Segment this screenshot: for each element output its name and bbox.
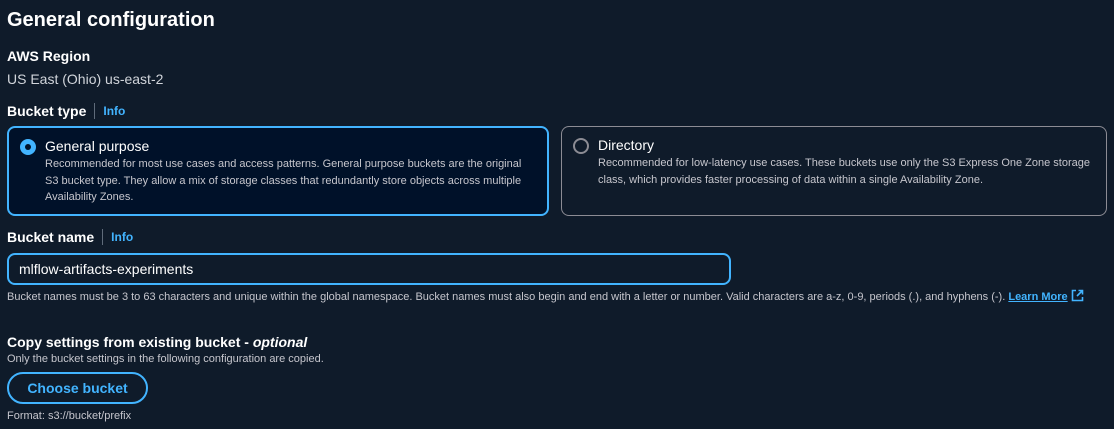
region-label: AWS Region <box>7 48 91 64</box>
info-divider <box>94 103 96 119</box>
general-purpose-title: General purpose <box>45 138 150 154</box>
format-hint: Format: s3://bucket/prefix <box>7 410 132 422</box>
general-purpose-radio[interactable] <box>20 139 36 155</box>
bucket-type-info-link[interactable]: Info <box>103 104 125 118</box>
learn-more-label: Learn More <box>1008 291 1068 303</box>
directory-description: Recommended for low-latency use cases. T… <box>598 157 1090 186</box>
copy-settings-optional: optional <box>252 334 308 350</box>
section-title: General configuration <box>7 9 215 31</box>
bucket-type-label: Bucket type <box>7 103 87 119</box>
bucket-type-label-row: Bucket type Info <box>7 103 125 119</box>
learn-more-link[interactable]: Learn More <box>1008 289 1083 303</box>
choose-bucket-button[interactable]: Choose bucket <box>7 372 148 404</box>
region-value: US East (Ohio) us-east-2 <box>7 71 164 87</box>
bucket-name-label-row: Bucket name Info <box>7 229 133 245</box>
bucket-name-help-text: Bucket names must be 3 to 63 characters … <box>7 289 1097 305</box>
copy-settings-label-text: Copy settings from existing bucket - <box>7 334 253 350</box>
bucket-type-directory-tile[interactable]: Directory Recommended for low-latency us… <box>561 126 1107 216</box>
directory-title: Directory <box>598 137 655 153</box>
copy-settings-label: Copy settings from existing bucket - opt… <box>7 334 307 350</box>
copy-settings-description: Only the bucket settings in the followin… <box>7 353 324 365</box>
bucket-name-input[interactable] <box>7 253 731 285</box>
external-link-icon <box>1071 289 1083 302</box>
bucket-name-rules: Bucket names must be 3 to 63 characters … <box>7 291 1006 303</box>
bucket-name-info-link[interactable]: Info <box>111 230 133 244</box>
info-divider <box>102 229 104 245</box>
bucket-name-label: Bucket name <box>7 229 95 245</box>
bucket-type-general-purpose-tile[interactable]: General purpose Recommended for most use… <box>7 126 549 216</box>
general-purpose-description: Recommended for most use cases and acces… <box>45 158 522 203</box>
directory-radio[interactable] <box>573 138 589 154</box>
